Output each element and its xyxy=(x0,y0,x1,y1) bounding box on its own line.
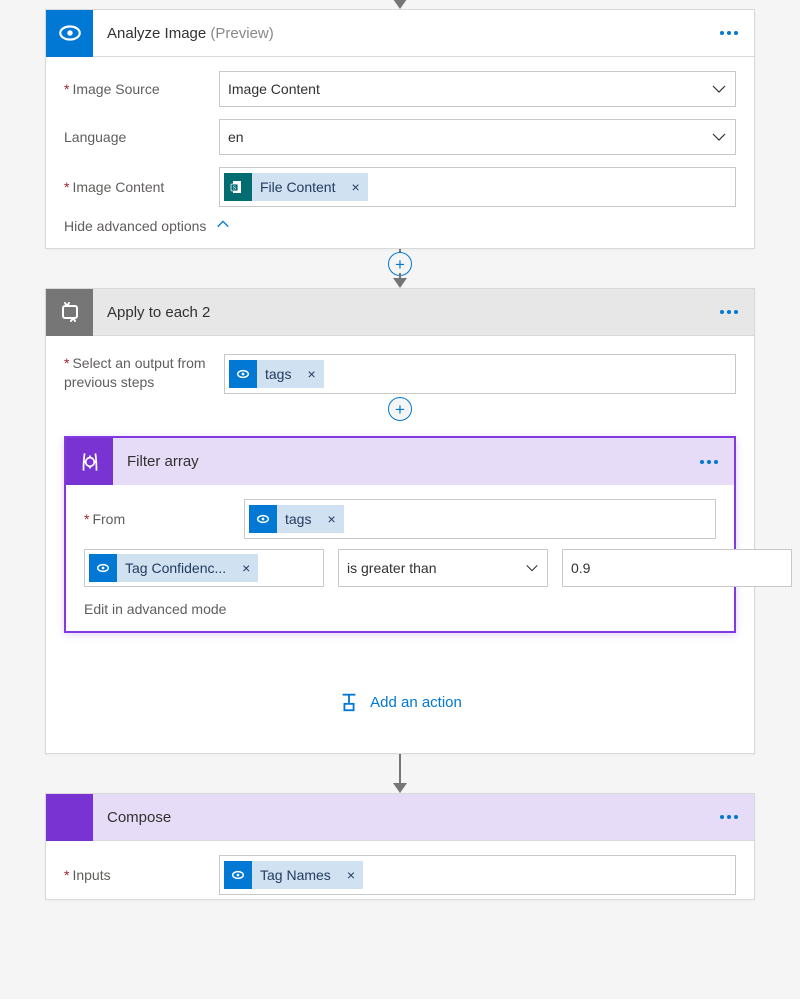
ellipsis-icon xyxy=(720,310,738,314)
tags-token[interactable]: tags × xyxy=(249,505,344,533)
tag-confidence-token[interactable]: Tag Confidenc... × xyxy=(89,554,258,582)
token-remove[interactable]: × xyxy=(343,173,367,201)
chevron-down-icon xyxy=(525,561,539,575)
tag-names-token[interactable]: Tag Names × xyxy=(224,861,363,889)
edit-advanced-mode-link[interactable]: Edit in advanced mode xyxy=(84,601,716,617)
eye-icon xyxy=(46,10,93,57)
card-header[interactable]: Compose xyxy=(46,794,754,841)
ellipsis-icon xyxy=(720,815,738,819)
card-title: Compose xyxy=(93,809,712,826)
chevron-up-icon xyxy=(216,217,230,234)
file-content-token[interactable]: S File Content × xyxy=(224,173,368,201)
connector-arrow xyxy=(45,0,755,9)
card-menu-button[interactable] xyxy=(712,815,754,819)
image-content-label: Image Content xyxy=(64,179,219,195)
image-source-label: Image Source xyxy=(64,81,219,97)
add-step-button[interactable]: + xyxy=(388,397,412,421)
token-remove[interactable]: × xyxy=(319,505,343,533)
select-output-field[interactable]: tags × xyxy=(224,354,736,394)
operator-select[interactable]: is greater than xyxy=(338,549,548,587)
card-header[interactable]: Filter array xyxy=(66,438,734,485)
language-label: Language xyxy=(64,129,219,145)
ellipsis-icon xyxy=(720,31,738,35)
card-menu-button[interactable] xyxy=(712,310,754,314)
eye-icon xyxy=(224,861,252,889)
compose-card: Compose Inputs Tag Names × xyxy=(45,793,755,900)
chevron-down-icon xyxy=(711,81,727,97)
compose-icon xyxy=(46,794,93,841)
eye-icon xyxy=(229,360,257,388)
analyze-image-card: Analyze Image (Preview) Image Source Ima… xyxy=(45,9,755,249)
add-action-button[interactable]: Add an action xyxy=(64,683,736,735)
flow-canvas: Analyze Image (Preview) Image Source Ima… xyxy=(0,0,800,900)
token-remove[interactable]: × xyxy=(339,861,363,889)
card-menu-button[interactable] xyxy=(712,31,754,35)
eye-icon xyxy=(249,505,277,533)
card-title: Filter array xyxy=(113,453,692,470)
filter-value-field[interactable]: Tag Confidenc... × xyxy=(84,549,324,587)
connector: + xyxy=(45,249,755,288)
preview-label: (Preview) xyxy=(210,25,273,42)
eye-icon xyxy=(89,554,117,582)
image-content-field[interactable]: S File Content × xyxy=(219,167,736,207)
compare-value-field[interactable]: 0.9 xyxy=(562,549,792,587)
filter-array-card: Filter array From tags xyxy=(64,436,736,633)
loop-icon xyxy=(46,289,93,336)
inputs-field[interactable]: Tag Names × xyxy=(219,855,736,895)
image-source-select[interactable]: Image Content xyxy=(219,71,736,107)
card-menu-button[interactable] xyxy=(692,460,734,464)
connector-arrow xyxy=(45,754,755,793)
token-remove[interactable]: × xyxy=(299,360,323,388)
from-field[interactable]: tags × xyxy=(244,499,716,539)
inner-add: + xyxy=(64,400,736,418)
select-output-label: Select an output from previous steps xyxy=(64,354,224,392)
inputs-label: Inputs xyxy=(64,867,219,883)
hide-advanced-toggle[interactable]: Hide advanced options xyxy=(64,217,736,234)
card-title: Analyze Image (Preview) xyxy=(93,25,712,42)
token-remove[interactable]: × xyxy=(234,554,258,582)
card-header[interactable]: Apply to each 2 xyxy=(46,289,754,336)
function-icon xyxy=(66,438,113,485)
ellipsis-icon xyxy=(700,460,718,464)
from-label: From xyxy=(84,511,244,527)
tags-token[interactable]: tags × xyxy=(229,360,324,388)
svg-text:S: S xyxy=(233,186,236,192)
sharepoint-icon: S xyxy=(224,173,252,201)
language-select[interactable]: en xyxy=(219,119,736,155)
apply-to-each-card: Apply to each 2 Select an output from pr… xyxy=(45,288,755,754)
card-title: Apply to each 2 xyxy=(93,304,712,321)
chevron-down-icon xyxy=(711,129,727,145)
insert-step-icon xyxy=(338,691,360,713)
card-header[interactable]: Analyze Image (Preview) xyxy=(46,10,754,57)
